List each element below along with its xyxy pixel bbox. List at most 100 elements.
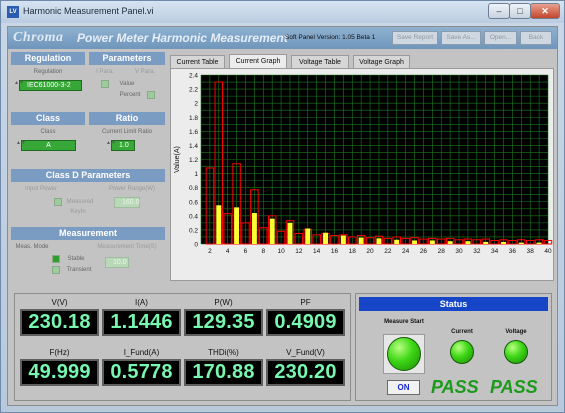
input-power-label: Input Power xyxy=(24,186,58,192)
measured-bar xyxy=(536,242,542,244)
meter-label: I_Fund(A) xyxy=(123,348,160,357)
readings-panel: V(V) 230.18 I(A) 1.1446 P(W) 129.35 PF 0.4909 F(… xyxy=(14,293,351,401)
meter-label: V_Fund(V) xyxy=(286,348,325,357)
meter-label: I(A) xyxy=(135,298,148,307)
measurement-section: Measurement Meas. Mode Measurement Time(… xyxy=(11,227,165,282)
x-tick-label: 26 xyxy=(420,248,428,255)
measured-bar xyxy=(376,238,382,244)
transient-radio[interactable] xyxy=(52,266,60,274)
stable-radio[interactable] xyxy=(52,255,60,263)
labview-icon: LV xyxy=(7,6,19,18)
measured-bar xyxy=(465,241,471,244)
regulation-select[interactable]: ▲▼ IEC61000-3-2 xyxy=(14,80,82,91)
y-tick-label: 0.6 xyxy=(189,199,198,206)
y-tick-label: 2.2 xyxy=(189,87,198,94)
voltage-label: Voltage xyxy=(505,329,527,335)
panel-subtitle: Power Meter Harmonic Measurement xyxy=(77,31,288,45)
percent-checkbox[interactable] xyxy=(147,91,155,99)
classd-section: Class D Parameters Input Power Power Ran… xyxy=(11,169,165,219)
tab-voltage-table[interactable]: Voltage Table xyxy=(291,55,349,69)
measured-bar xyxy=(447,241,453,244)
meter-value: 0.4909 xyxy=(266,309,345,336)
voltage-pass-led xyxy=(504,340,528,364)
minimize-button[interactable]: – xyxy=(488,3,510,19)
measurement-header: Measurement xyxy=(11,227,165,240)
save-report-button[interactable]: Save Report xyxy=(392,31,438,45)
meter-value: 170.88 xyxy=(184,359,263,386)
ratio-input[interactable]: ▲▼ 1.0 xyxy=(106,140,135,151)
meter-label: THDi(%) xyxy=(208,348,239,357)
meas-time-label: Measurement Time(S) xyxy=(97,244,157,250)
power-range-label: Power Range(W) xyxy=(108,186,155,192)
meas-mode-label: Meas. Mode xyxy=(15,244,49,250)
version-text: Soft Panel Version: 1.05 Beta 1 xyxy=(285,34,376,41)
x-tick-label: 22 xyxy=(384,248,392,255)
meter-label: PF xyxy=(300,298,311,307)
measured-checkbox[interactable] xyxy=(54,198,62,206)
x-tick-label: 2 xyxy=(208,248,212,255)
measure-start-label: Measure Start xyxy=(384,319,424,325)
spinner-arrows-icon[interactable]: ▲▼ xyxy=(14,81,24,90)
keyin-label: KeyIn xyxy=(70,209,86,215)
maximize-button[interactable]: □ xyxy=(509,3,531,19)
ratio-label: Current Limit Ratio xyxy=(101,129,152,135)
x-tick-label: 12 xyxy=(295,248,303,255)
spinner-arrows-icon[interactable]: ▲▼ xyxy=(106,141,116,150)
tab-current-table[interactable]: Current Table xyxy=(170,55,225,69)
x-tick-label: 18 xyxy=(349,248,357,255)
save-as-button[interactable]: Save As... xyxy=(441,31,481,45)
measured-bar xyxy=(501,241,507,244)
class-label: Class xyxy=(40,129,56,135)
x-tick-label: 40 xyxy=(544,248,552,255)
meas-time-input[interactable]: 10.0 xyxy=(105,257,129,268)
spinner-arrows-icon[interactable]: ▲▼ xyxy=(16,141,26,150)
x-tick-label: 20 xyxy=(366,248,374,255)
measure-start-led[interactable] xyxy=(387,337,421,371)
measured-bar xyxy=(518,242,524,244)
percent-label: Percent xyxy=(119,92,141,98)
x-tick-label: 30 xyxy=(455,248,463,255)
measured-bar xyxy=(269,218,275,244)
x-tick-label: 36 xyxy=(509,248,517,255)
x-tick-label: 16 xyxy=(331,248,339,255)
window-title: Harmonic Measurement Panel.vi xyxy=(23,6,154,16)
close-button[interactable]: ✕ xyxy=(530,3,560,19)
brand-logo: Chroma xyxy=(13,30,64,45)
parameters-section: Parameters I Para. V Para. Value Percent xyxy=(89,52,165,116)
meter-value: 49.999 xyxy=(20,359,99,386)
open-button[interactable]: Open... xyxy=(484,31,517,45)
class-header: Class xyxy=(11,112,85,125)
y-tick-label: 1.4 xyxy=(189,143,198,150)
back-button[interactable]: Back xyxy=(520,31,552,45)
measured-label: Measured xyxy=(66,199,94,205)
x-tick-label: 24 xyxy=(402,248,410,255)
meter-label: V(V) xyxy=(51,298,68,307)
measured-bar xyxy=(287,222,293,244)
y-tick-label: 0.2 xyxy=(189,227,198,234)
harmonic-current-chart: 00.20.40.60.811.21.41.61.822.22.42 4 6 8 10 1… xyxy=(174,73,553,255)
x-tick-label: 8 xyxy=(261,248,265,255)
regulation-label: Regulation xyxy=(33,69,63,75)
x-tick-label: 10 xyxy=(277,248,285,255)
measured-bar xyxy=(394,239,400,244)
i-para-label: I Para. xyxy=(96,69,114,75)
measured-bar xyxy=(305,228,311,244)
current-label: Current xyxy=(451,329,473,335)
on-button[interactable]: ON xyxy=(387,380,420,395)
tab-current-graph[interactable]: Current Graph xyxy=(229,54,287,69)
regulation-section: Regulation Regulation ▲▼ IEC61000-3-2 xyxy=(11,52,85,116)
y-tick-label: 1 xyxy=(194,171,198,178)
title-bar: LV Harmonic Measurement Panel.vi – □ ✕ xyxy=(1,1,564,23)
x-tick-label: 38 xyxy=(527,248,535,255)
status-panel: Status Measure Start ON Current Voltage … xyxy=(355,293,552,401)
voltage-pass-text: PASS xyxy=(490,377,538,397)
x-tick-label: 34 xyxy=(491,248,499,255)
value-checkbox[interactable] xyxy=(101,80,109,88)
tab-voltage-graph[interactable]: Voltage Graph xyxy=(353,55,410,69)
class-select[interactable]: ▲▼ A xyxy=(16,140,76,151)
x-tick-label: 6 xyxy=(244,248,248,255)
ratio-section: Ratio Current Limit Ratio ▲▼ 1.0 xyxy=(89,112,165,162)
power-range-input[interactable]: 160.0 xyxy=(114,197,140,208)
meter-value: 0.5778 xyxy=(102,359,181,386)
header-bar: Chroma Power Meter Harmonic Measurement … xyxy=(8,27,557,49)
